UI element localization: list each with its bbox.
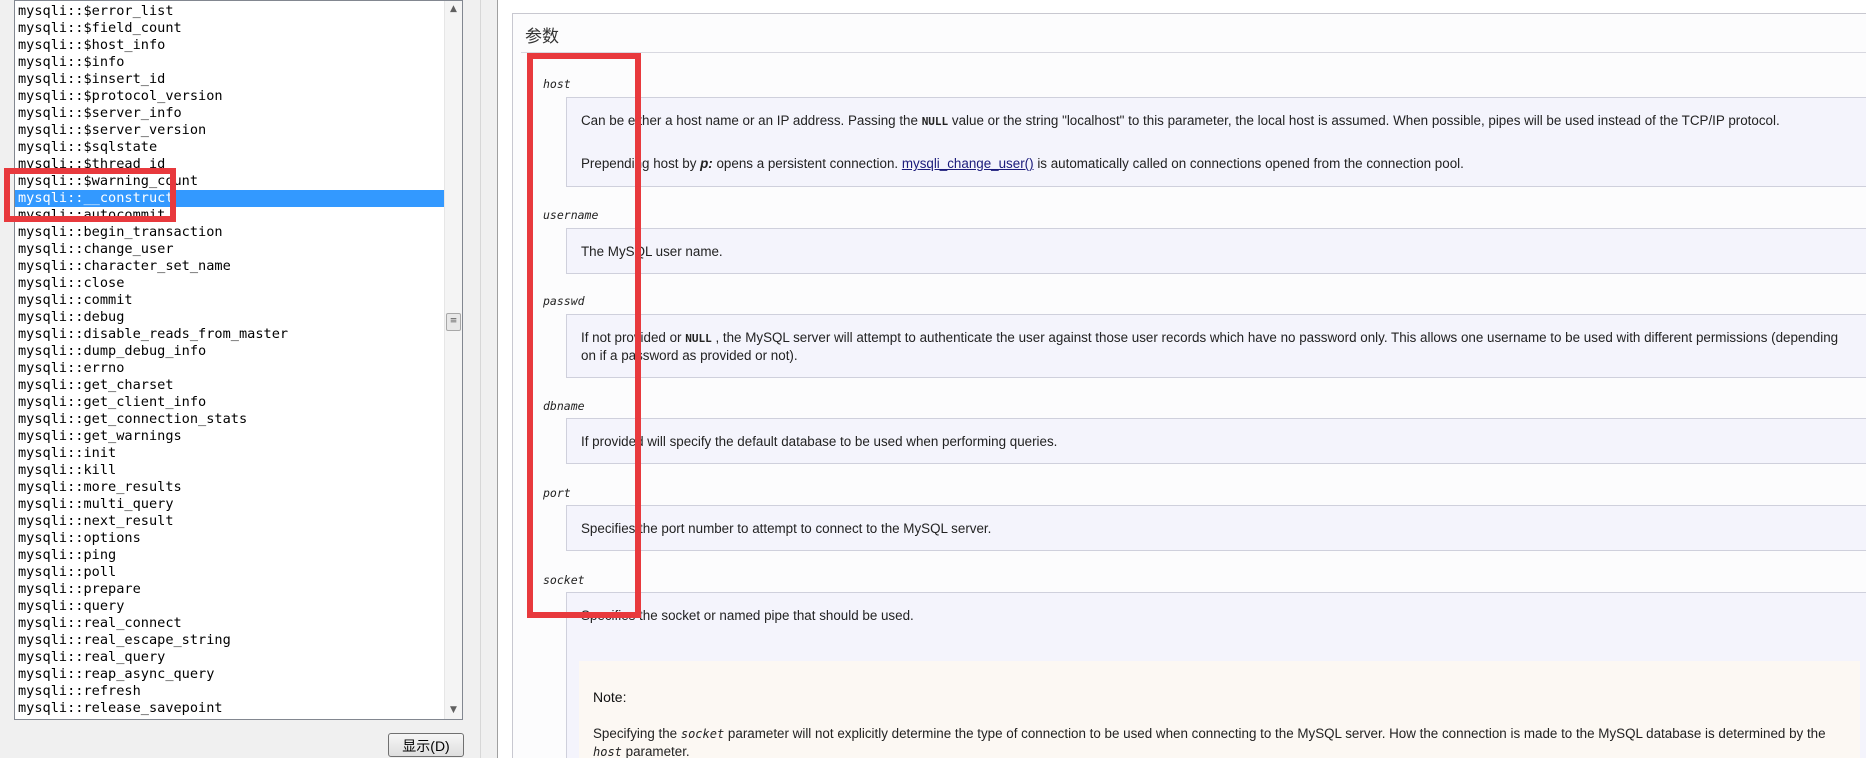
index-item[interactable]: mysqli::$warning_count: [15, 173, 462, 190]
parameters-section: 参数 host Can be either a host name or an …: [512, 13, 1866, 758]
param-name-host: host: [543, 77, 571, 91]
index-item[interactable]: mysqli::reap_async_query: [15, 666, 462, 683]
index-item[interactable]: mysqli::errno: [15, 360, 462, 377]
index-item[interactable]: mysqli::debug: [15, 309, 462, 326]
param-box-host: Can be either a host name or an IP addre…: [566, 97, 1866, 187]
index-item[interactable]: mysqli::$server_version: [15, 122, 462, 139]
index-item[interactable]: mysqli::$info: [15, 54, 462, 71]
document-view: 参数 host Can be either a host name or an …: [497, 0, 1866, 758]
text-run: value or the string "localhost" to this …: [948, 113, 1780, 128]
index-pane: mysqli::$error_list mysqli::$field_count m…: [0, 0, 480, 758]
text-run: is automatically called on connections o…: [1033, 156, 1464, 171]
persistent-prefix: p:: [700, 156, 713, 171]
index-item[interactable]: mysqli::close: [15, 275, 462, 292]
index-item[interactable]: mysqli::multi_query: [15, 496, 462, 513]
text-run: , the MySQL server will attempt to authe…: [581, 330, 1839, 363]
param-desc-socket: Specifies the socket or named pipe that …: [581, 608, 914, 623]
socket-term: socket: [680, 727, 725, 741]
note-box: Note: Specifying the socket parameter wi…: [579, 661, 1860, 758]
index-item[interactable]: mysqli::get_warnings: [15, 428, 462, 445]
display-button[interactable]: 显示(D): [388, 733, 464, 757]
index-item[interactable]: mysqli::get_charset: [15, 377, 462, 394]
param-box-username: The MySQL user name.: [566, 228, 1866, 274]
param-box-port: Specifies the port number to attempt to …: [566, 505, 1866, 551]
index-item[interactable]: mysqli::query: [15, 598, 462, 615]
param-desc-passwd: If not provided or NULL , the MySQL serv…: [581, 329, 1856, 364]
text-run: Can be either a host name or an IP addre…: [581, 113, 922, 128]
note-text: Specifying the socket parameter will not…: [593, 725, 1833, 758]
index-item[interactable]: mysqli::disable_reads_from_master: [15, 326, 462, 343]
index-item[interactable]: mysqli::more_results: [15, 479, 462, 496]
index-item[interactable]: mysqli::$insert_id: [15, 71, 462, 88]
param-box-socket: Specifies the socket or named pipe that …: [566, 592, 1866, 758]
index-item[interactable]: mysqli::kill: [15, 462, 462, 479]
index-item[interactable]: mysqli::refresh: [15, 683, 462, 700]
index-item[interactable]: mysqli::autocommit: [15, 207, 462, 224]
index-item[interactable]: mysqli::get_connection_stats: [15, 411, 462, 428]
index-item[interactable]: mysqli::release_savepoint: [15, 700, 462, 717]
index-item[interactable]: mysqli::$field_count: [15, 20, 462, 37]
index-item[interactable]: mysqli::__construct: [15, 190, 462, 207]
index-list[interactable]: mysqli::$error_list mysqli::$field_count m…: [15, 3, 462, 719]
mysqli-change-user-link[interactable]: mysqli_change_user(): [902, 156, 1034, 171]
param-name-socket: socket: [543, 573, 585, 587]
index-item[interactable]: mysqli::commit: [15, 292, 462, 309]
index-item[interactable]: mysqli::ping: [15, 547, 462, 564]
index-item[interactable]: mysqli::character_set_name: [15, 258, 462, 275]
index-item[interactable]: mysqli::real_connect: [15, 615, 462, 632]
text-run: opens a persistent connection.: [712, 156, 902, 171]
text-run: parameter.: [621, 744, 690, 758]
null-keyword: NULL: [921, 115, 949, 128]
param-desc-username: The MySQL user name.: [581, 244, 723, 259]
index-item[interactable]: mysqli::begin_transaction: [15, 224, 462, 241]
section-title: 参数: [525, 27, 559, 47]
index-item[interactable]: mysqli::$error_list: [15, 3, 462, 20]
index-item[interactable]: mysqli::init: [15, 445, 462, 462]
index-item[interactable]: mysqli::rollback: [15, 717, 462, 719]
pane-splitter[interactable]: [480, 0, 484, 758]
index-item[interactable]: mysqli::dump_debug_info: [15, 343, 462, 360]
index-item[interactable]: mysqli::$server_info: [15, 105, 462, 122]
note-title: Note:: [593, 689, 627, 705]
index-listbox[interactable]: mysqli::$error_list mysqli::$field_count m…: [14, 0, 463, 720]
param-name-username: username: [543, 208, 599, 222]
title-divider: [521, 52, 1866, 53]
param-name-passwd: passwd: [543, 294, 585, 308]
scroll-down-arrow-icon[interactable]: ▼: [445, 702, 462, 719]
param-name-port: port: [543, 486, 571, 500]
param-desc-host-2: Prepending host by p: opens a persistent…: [581, 155, 1856, 172]
text-run: Specifying the: [593, 726, 681, 741]
index-item[interactable]: mysqli::poll: [15, 564, 462, 581]
param-desc-dbname: If provided will specify the default dat…: [581, 434, 1058, 449]
index-item[interactable]: mysqli::$host_info: [15, 37, 462, 54]
scroll-up-arrow-icon[interactable]: ▲: [445, 1, 462, 18]
index-item[interactable]: mysqli::real_escape_string: [15, 632, 462, 649]
param-box-dbname: If provided will specify the default dat…: [566, 418, 1866, 464]
text-run: If not provided or: [581, 330, 686, 345]
host-term: host: [593, 745, 622, 758]
null-keyword: NULL: [685, 332, 712, 345]
index-item[interactable]: mysqli::next_result: [15, 513, 462, 530]
index-item[interactable]: mysqli::get_client_info: [15, 394, 462, 411]
param-desc-port: Specifies the port number to attempt to …: [581, 521, 992, 536]
index-item[interactable]: mysqli::$thread_id: [15, 156, 462, 173]
param-box-passwd: If not provided or NULL , the MySQL serv…: [566, 314, 1866, 378]
scroll-thumb[interactable]: ≡: [446, 313, 461, 331]
param-desc-host-1: Can be either a host name or an IP addre…: [581, 112, 1856, 130]
index-item[interactable]: mysqli::prepare: [15, 581, 462, 598]
index-item[interactable]: mysqli::$sqlstate: [15, 139, 462, 156]
index-scrollbar[interactable]: ▲ ≡ ▼: [444, 1, 462, 719]
param-name-dbname: dbname: [543, 399, 585, 413]
text-run: Prepending host by: [581, 156, 701, 171]
index-item[interactable]: mysqli::$protocol_version: [15, 88, 462, 105]
index-item[interactable]: mysqli::change_user: [15, 241, 462, 258]
text-run: parameter will not explicitly determine …: [724, 726, 1826, 741]
index-item[interactable]: mysqli::options: [15, 530, 462, 547]
index-item[interactable]: mysqli::real_query: [15, 649, 462, 666]
